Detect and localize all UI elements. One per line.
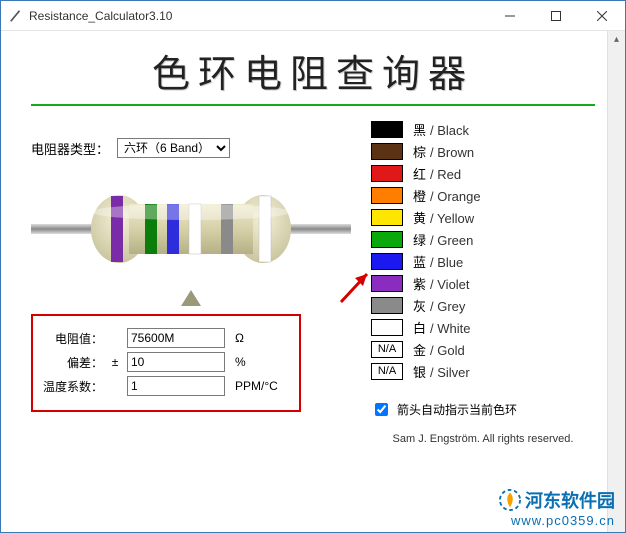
color-label: 绿 / Green <box>413 230 473 249</box>
page-title: 色环电阻查询器 <box>31 43 595 98</box>
color-row-silver[interactable]: N/A 银 / Silver <box>371 360 595 382</box>
color-row-black[interactable]: 黑 / Black <box>371 118 595 140</box>
color-swatch[interactable] <box>371 121 403 138</box>
copyright-text: Sam J. Engström. All rights reserved. <box>371 433 595 445</box>
resistance-label: 电阻值： <box>43 330 103 347</box>
close-icon <box>597 11 607 21</box>
resistor-graphic <box>31 174 351 284</box>
tempco-unit: PPM/°C <box>235 379 278 393</box>
color-swatch[interactable]: N/A <box>371 363 403 380</box>
color-row-green[interactable]: 绿 / Green <box>371 228 595 250</box>
app-window: Resistance_Calculator3.10 ▴ 色环电阻查询器 <box>0 0 626 533</box>
window-controls <box>487 1 625 30</box>
resistance-value-input[interactable] <box>127 328 225 348</box>
arrow-up-icon <box>181 290 201 306</box>
color-label: 橙 / Orange <box>413 186 481 205</box>
watermark-line1: 河东软件园 <box>525 487 615 513</box>
titlebar: Resistance_Calculator3.10 <box>1 1 625 31</box>
band-1[interactable] <box>111 196 123 262</box>
left-pane: 电阻器类型： 六环（6 Band） <box>31 118 351 445</box>
watermark: 河东软件园 www.pc0359.cn <box>499 487 615 528</box>
tolerance-unit: % <box>235 355 246 369</box>
color-label: 灰 / Grey <box>413 296 465 315</box>
resistor-type-row: 电阻器类型： 六环（6 Band） <box>31 138 351 158</box>
color-swatch[interactable] <box>371 165 403 182</box>
maximize-button[interactable] <box>533 1 579 30</box>
title-divider <box>31 104 595 106</box>
color-row-violet[interactable]: 紫 / Violet <box>371 272 595 294</box>
resistance-unit: Ω <box>235 331 244 345</box>
tolerance-label: 偏差： <box>43 354 103 371</box>
color-label: 红 / Red <box>413 164 461 183</box>
color-label: 黑 / Black <box>413 120 469 139</box>
color-label: 黄 / Yellow <box>413 208 474 227</box>
color-row-gold[interactable]: N/A 金 / Gold <box>371 338 595 360</box>
minimize-button[interactable] <box>487 1 533 30</box>
color-label: 蓝 / Blue <box>413 252 463 271</box>
auto-arrow-label: 箭头自动指示当前色环 <box>397 401 517 418</box>
color-swatch[interactable] <box>371 143 403 160</box>
close-button[interactable] <box>579 1 625 30</box>
color-label: 紫 / Violet <box>413 274 470 293</box>
color-row-yellow[interactable]: 黄 / Yellow <box>371 206 595 228</box>
color-row-brown[interactable]: 棕 / Brown <box>371 140 595 162</box>
auto-arrow-checkbox[interactable] <box>375 403 388 416</box>
resistor-type-label: 电阻器类型： <box>31 139 109 158</box>
color-label: 金 / Gold <box>413 340 465 359</box>
annotation-arrow-icon <box>337 266 377 306</box>
app-icon <box>9 9 23 23</box>
color-row-grey[interactable]: 灰 / Grey <box>371 294 595 316</box>
content-area: 色环电阻查询器 电阻器类型： 六环（6 Band） <box>1 31 625 532</box>
color-row-orange[interactable]: 橙 / Orange <box>371 184 595 206</box>
tempco-value-input[interactable] <box>127 376 225 396</box>
maximize-icon <box>551 11 561 21</box>
color-swatch[interactable] <box>371 187 403 204</box>
color-swatch[interactable]: N/A <box>371 341 403 358</box>
color-swatch[interactable] <box>371 231 403 248</box>
color-swatch[interactable] <box>371 319 403 336</box>
right-pane: 黑 / Black 棕 / Brown 红 / Red 橙 / Orange 黄 / Y… <box>371 118 595 445</box>
minimize-icon <box>505 11 515 21</box>
window-title: Resistance_Calculator3.10 <box>29 9 172 23</box>
color-row-red[interactable]: 红 / Red <box>371 162 595 184</box>
color-swatch[interactable] <box>371 209 403 226</box>
plus-minus-symbol: ± <box>109 355 121 369</box>
color-label: 银 / Silver <box>413 362 470 381</box>
band-6[interactable] <box>259 196 271 262</box>
auto-arrow-checkbox-row[interactable]: 箭头自动指示当前色环 <box>371 400 595 419</box>
watermark-line2: www.pc0359.cn <box>499 513 615 528</box>
tolerance-value-input[interactable] <box>127 352 225 372</box>
color-row-blue[interactable]: 蓝 / Blue <box>371 250 595 272</box>
color-chart: 黑 / Black 棕 / Brown 红 / Red 橙 / Orange 黄 / Y… <box>371 118 595 382</box>
results-box: 电阻值： Ω 偏差： ± % 温度系数： <box>31 314 301 412</box>
color-row-white[interactable]: 白 / White <box>371 316 595 338</box>
resistor-type-select[interactable]: 六环（6 Band） <box>117 138 230 158</box>
color-label: 白 / White <box>413 318 470 337</box>
tempco-label: 温度系数： <box>43 378 103 395</box>
current-band-arrow <box>31 290 351 306</box>
color-label: 棕 / Brown <box>413 142 474 161</box>
watermark-logo-icon <box>499 489 521 511</box>
